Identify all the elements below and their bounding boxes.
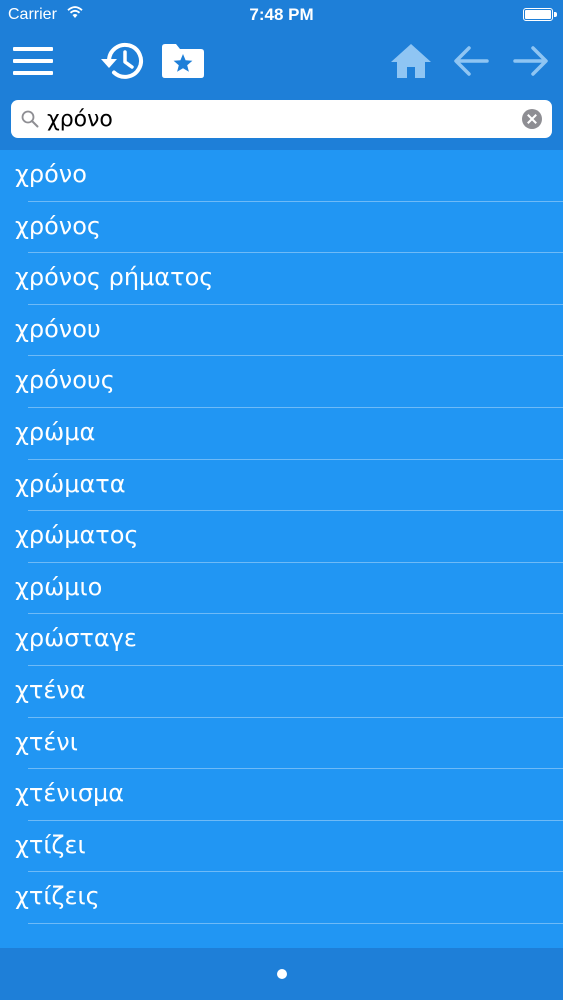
list-item-label: χτένι [15,727,78,756]
list-item[interactable]: χρόνος [0,202,563,254]
search-input[interactable] [47,100,517,138]
list-item-label: χρώσταγε [15,624,137,653]
list-item-label: χρώματα [15,469,126,498]
battery-icon [523,8,557,21]
list-item-label: χρώματος [15,521,139,550]
list-item-label: χτένα [15,675,86,704]
list-item[interactable]: χρόνο [0,150,563,202]
list-item-label: χτίζει [15,830,86,859]
favorites-folder-icon [162,44,204,78]
clear-search-button[interactable] [522,109,542,129]
forward-arrow-icon [513,46,548,76]
list-item[interactable]: χρώμιο [0,563,563,615]
list-item[interactable]: χρόνου [0,305,563,357]
search-icon [21,110,39,133]
list-item-label: χρόνους [15,366,115,395]
list-separator [28,922,563,924]
history-button[interactable] [98,38,148,84]
toolbar [0,30,563,150]
list-item[interactable]: χτένι [0,718,563,770]
back-arrow-icon [454,46,489,76]
list-item[interactable]: χρώσταγε [0,614,563,666]
list-item[interactable]: χρώματα [0,460,563,512]
menu-icon [13,47,53,75]
back-button[interactable] [448,38,494,84]
list-item[interactable]: χτίζει [0,821,563,873]
list-item-label: χρόνος ρήματος [15,263,214,292]
search-bar [11,100,552,138]
results-list: χρόνο χρόνος χρόνος ρήματος χρόνου χρόνους χρ… [0,150,563,948]
status-time: 7:48 PM [249,5,314,24]
list-item-label: χρόνος [15,211,101,240]
home-button[interactable] [386,38,436,84]
list-item-label: χρώμιο [15,572,103,601]
home-icon [391,44,431,78]
list-item[interactable]: χρώματος [0,511,563,563]
bottom-bar [0,948,563,1000]
list-item[interactable]: χτίζεις [0,872,563,924]
list-item-label: χτένισμα [15,779,125,808]
status-bar: Carrier 7:48 PM [0,0,563,30]
menu-button[interactable] [10,42,56,80]
list-item[interactable]: χρόνος ρήματος [0,253,563,305]
list-item-label: χρώμα [15,417,96,446]
list-item-label: χρόνο [15,160,87,188]
favorites-button[interactable] [158,38,208,84]
list-item[interactable]: χρόνους [0,356,563,408]
list-item[interactable]: χρώμα [0,408,563,460]
list-item-label: χρόνου [15,314,101,343]
list-item[interactable]: χτένα [0,666,563,718]
page-indicator-dot [277,969,287,979]
forward-button[interactable] [508,38,554,84]
list-item[interactable]: χτένισμα [0,769,563,821]
list-item-label: χτίζεις [15,882,100,911]
history-icon [101,42,143,79]
